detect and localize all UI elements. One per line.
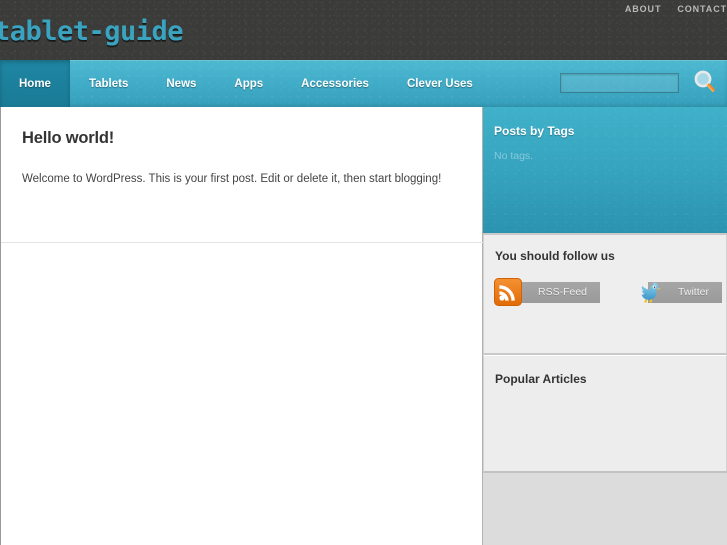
nav-item-tablets[interactable]: Tablets xyxy=(70,60,147,107)
nav-item-home[interactable]: Home xyxy=(0,60,70,107)
widget-posts-by-tags: Posts by Tags No tags. xyxy=(483,107,727,235)
top-nav-item-about[interactable]: ABOUT xyxy=(625,4,662,14)
post-article: Hello world! Welcome to WordPress. This … xyxy=(1,107,482,188)
rss-icon xyxy=(494,278,522,306)
post-body: Welcome to WordPress. This is your first… xyxy=(22,173,442,185)
widget-title-popular-articles: Popular Articles xyxy=(495,372,587,386)
nav-item-apps[interactable]: Apps xyxy=(215,60,282,107)
sidebar: Posts by Tags No tags. You should follow… xyxy=(483,107,727,545)
search-button[interactable] xyxy=(685,68,717,98)
magnifier-icon xyxy=(694,70,715,93)
widget-popular-articles: Popular Articles xyxy=(483,355,727,473)
search-input[interactable] xyxy=(560,73,679,93)
nav-item-accessories[interactable]: Accessories xyxy=(282,60,388,107)
nav-item-clever-uses[interactable]: Clever Uses xyxy=(388,60,492,107)
twitter-bird-icon xyxy=(641,282,662,303)
main-nav: Home Tablets News Apps Accessories Cleve… xyxy=(0,60,492,107)
widget-title-follow-us: You should follow us xyxy=(495,249,615,263)
post-divider xyxy=(1,242,483,243)
no-tags-text: No tags. xyxy=(494,150,534,162)
site-logo[interactable]: tablet-guide xyxy=(0,16,184,47)
utility-nav: ABOUT CONTACT xyxy=(625,4,727,14)
widget-title-posts-by-tags: Posts by Tags xyxy=(494,124,575,138)
follow-buttons-row: RSS-Feed Twitter xyxy=(484,263,726,306)
rss-feed-button[interactable]: RSS-Feed xyxy=(494,278,601,306)
top-nav-item-contact[interactable]: CONTACT xyxy=(677,4,727,14)
nav-item-news[interactable]: News xyxy=(147,60,215,107)
post-title: Hello world! xyxy=(22,129,115,147)
twitter-button[interactable]: Twitter xyxy=(634,278,722,306)
site-header: ABOUT CONTACT tablet-guide xyxy=(0,0,727,60)
widget-follow-us: You should follow us RSS-Feed Twitter xyxy=(483,235,727,355)
content-column: Hello world! Welcome to WordPress. This … xyxy=(0,107,483,545)
page-body: Hello world! Welcome to WordPress. This … xyxy=(0,107,727,545)
